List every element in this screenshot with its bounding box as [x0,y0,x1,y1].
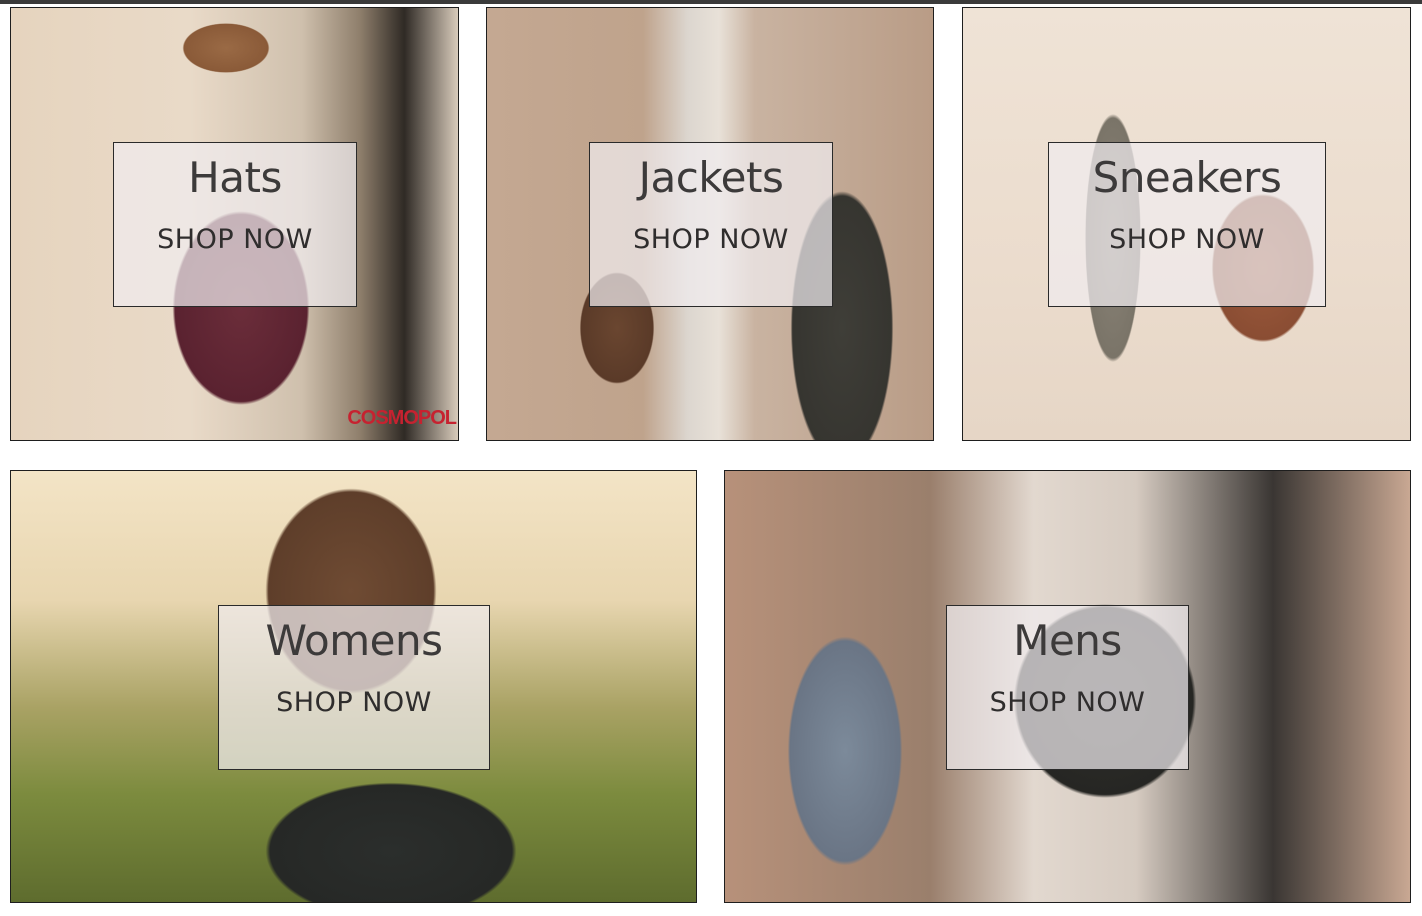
category-title: Womens [265,616,443,665]
category-overlay: Jackets SHOP NOW [589,142,833,307]
category-card-womens[interactable]: Womens SHOP NOW [10,470,697,903]
category-title: Hats [188,153,282,202]
top-border [0,0,1422,4]
category-card-sneakers[interactable]: Sneakers SHOP NOW [962,7,1411,441]
category-overlay: Mens SHOP NOW [946,605,1189,770]
category-card-jackets[interactable]: Jackets SHOP NOW [486,7,934,441]
category-card-hats[interactable]: COSMOPOL Hats SHOP NOW [10,7,459,441]
shop-now-link[interactable]: SHOP NOW [114,224,356,255]
category-overlay: Womens SHOP NOW [218,605,490,770]
shop-now-link[interactable]: SHOP NOW [1049,224,1325,255]
category-card-mens[interactable]: Mens SHOP NOW [724,470,1411,903]
shop-now-link[interactable]: SHOP NOW [219,687,489,718]
magazine-watermark: COSMOPOL [347,407,457,429]
category-title: Sneakers [1092,153,1282,202]
category-title: Jackets [638,153,784,202]
shop-now-link[interactable]: SHOP NOW [590,224,832,255]
category-title: Mens [1013,616,1122,665]
category-overlay: Hats SHOP NOW [113,142,357,307]
shop-now-link[interactable]: SHOP NOW [947,687,1188,718]
category-overlay: Sneakers SHOP NOW [1048,142,1326,307]
